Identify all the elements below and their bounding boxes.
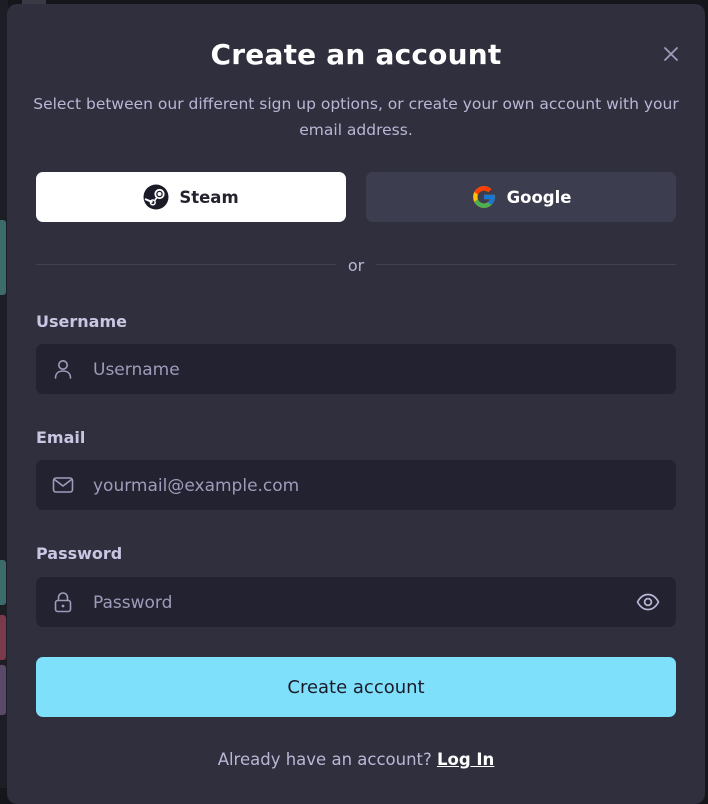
username-label: Username (36, 312, 127, 331)
modal-title: Create an account (210, 38, 502, 71)
password-label: Password (36, 544, 123, 563)
login-prompt-text: Already have an account? (217, 750, 438, 769)
google-signup-button[interactable]: Google (366, 172, 676, 222)
close-icon[interactable] (661, 44, 681, 64)
steam-icon (143, 184, 169, 210)
mail-icon (52, 474, 74, 496)
steam-label: Steam (179, 187, 239, 207)
divider-text: or (347, 256, 365, 275)
password-input[interactable] (91, 577, 635, 629)
username-input[interactable] (91, 344, 635, 396)
signup-modal: Create an account Select between our dif… (7, 4, 705, 804)
or-divider: or (36, 256, 676, 275)
password-field[interactable] (36, 577, 676, 629)
email-label: Email (36, 428, 86, 447)
google-icon (471, 184, 497, 210)
google-label: Google (506, 187, 572, 207)
create-account-button[interactable]: Create account (36, 657, 676, 717)
username-field[interactable] (36, 344, 676, 396)
background-chip (0, 615, 6, 660)
user-icon (52, 358, 74, 380)
modal-subtitle: Select between our different sign up opt… (33, 95, 679, 139)
login-link[interactable]: Log In (437, 750, 494, 769)
lock-icon (52, 591, 74, 613)
steam-signup-button[interactable]: Steam (36, 172, 346, 222)
email-input[interactable] (91, 460, 635, 512)
login-prompt: Already have an account? Log In (7, 750, 705, 769)
background-chip (0, 560, 6, 605)
email-field[interactable] (36, 460, 676, 512)
show-password-eye-icon[interactable] (636, 591, 660, 613)
background-chip (0, 220, 6, 295)
background-chip (0, 665, 6, 715)
